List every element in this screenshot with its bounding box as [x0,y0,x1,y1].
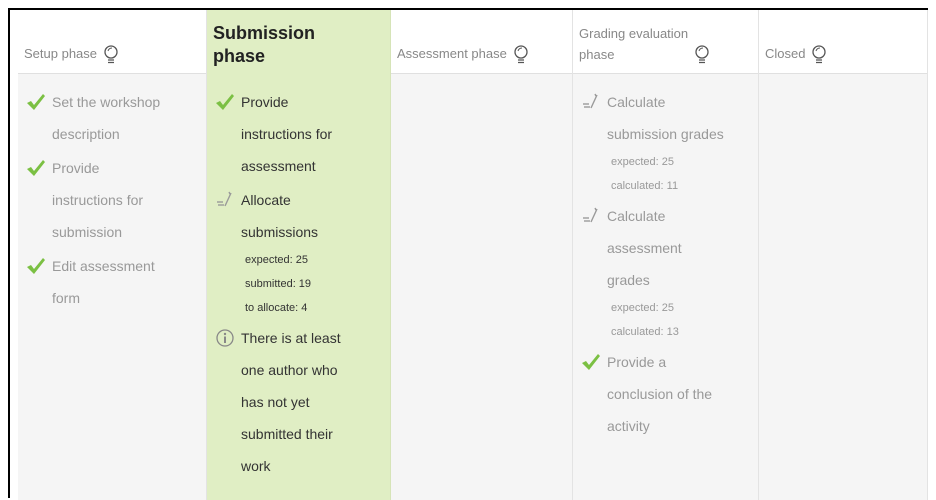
phase-header: Setup phase [18,10,206,74]
phase-grid: Setup phase Set the workshop description Pr… [18,10,928,500]
task-label: submissions [241,224,319,240]
phase-header: Closed [759,10,927,74]
task-label: Set the workshop [52,94,161,110]
phase-title-line: phase [213,46,266,66]
task-label: submission [52,224,123,240]
workshop-planner: Setup phase Set the workshop description Pr… [8,8,928,500]
task-label: has not yet [241,394,310,410]
task-label: instructions for [241,126,333,142]
pending-icon [215,190,235,210]
task-detail: expected: 25 [611,156,674,168]
task-item: Provide instructions for submission [22,152,206,248]
task-details: expected: 25 calculated: 11 [607,150,758,198]
phase-title[interactable]: Grading evaluation phase [579,23,710,65]
task-label: assessment [241,158,316,174]
phase-title[interactable]: Setup phase [24,43,119,65]
task-list: Calculate submission grades expected: 25 ca… [573,74,758,442]
phase-column: Setup phase Set the workshop description Pr… [18,10,207,500]
checkmark-icon [26,158,46,178]
task-label: one author who [241,362,338,378]
phase-column: Assessment phase [391,10,573,500]
task-item: Edit assessment form [22,250,206,314]
phase-header: Submission phase [207,10,390,74]
pending-icon [581,206,601,226]
task-item: Provide a conclusion of the activity [577,346,758,442]
task-details: expected: 25 calculated: 13 [607,296,758,344]
task-item: Allocate submissions expected: 25 submitted… [211,184,390,320]
phase-column: Closed [759,10,928,500]
phase-title-line: Grading evaluation [579,26,689,41]
pending-icon [581,92,601,112]
task-label: Provide [241,94,289,110]
task-item: Calculate submission grades expected: 25 ca… [577,86,758,198]
checkmark-icon [581,352,601,372]
lightbulb-icon[interactable] [103,45,119,65]
task-list: Set the workshop description Provide instru… [18,74,206,314]
task-label: There is at least [241,330,341,346]
task-details: expected: 25 submitted: 19 to allocate: 4 [241,248,390,320]
task-label: form [52,290,80,306]
task-label: Allocate [241,192,291,208]
lightbulb-icon[interactable] [811,45,827,65]
checkmark-icon [26,256,46,276]
phase-title-line: Closed [765,46,806,61]
phase-header: Assessment phase [391,10,572,74]
checkmark-icon [26,92,46,112]
task-list: Provide instructions for assessment Allocat… [207,74,390,482]
task-item: Set the workshop description [22,86,206,150]
phase-title[interactable]: Assessment phase [397,43,529,65]
task-detail: submitted: 19 [245,278,312,290]
task-label: Calculate [607,94,666,110]
task-label: description [52,126,120,142]
task-label: conclusion of the [607,386,713,402]
checkmark-icon [215,92,235,112]
task-label: Edit assessment [52,258,155,274]
task-label: Calculate [607,208,666,224]
task-label: instructions for [52,192,144,208]
phase-title[interactable]: Submission phase [213,22,315,68]
task-detail: calculated: 13 [611,326,679,338]
lightbulb-icon[interactable] [513,45,529,65]
phase-title-line: Submission [213,23,316,43]
task-item: Calculate assessment grades expected: 25 cal… [577,200,758,344]
phase-title-line: Setup phase [24,46,98,61]
info-icon [215,328,235,348]
task-list [759,74,927,86]
task-item: Provide instructions for assessment [211,86,390,182]
task-label: assessment [607,240,682,256]
task-detail: to allocate: 4 [245,302,308,314]
task-detail: expected: 25 [611,302,674,314]
phase-column: Submission phase Provide instructions for as… [207,10,391,500]
task-label: submitted their [241,426,333,442]
phase-header: Grading evaluation phase [573,10,758,74]
task-label: Provide [52,160,100,176]
task-label: Provide a [607,354,667,370]
task-label: work [241,458,271,474]
task-label: grades [607,272,650,288]
task-list [391,74,572,86]
lightbulb-icon[interactable] [694,45,710,65]
task-detail: calculated: 11 [611,180,679,192]
task-label: submission grades [607,126,724,142]
phase-column: Grading evaluation phase Calculate submissi… [573,10,759,500]
phase-title-line: Assessment phase [397,46,507,61]
task-label: activity [607,418,650,434]
phase-title-line: phase [579,47,615,62]
task-item: There is at least one author who has not y… [211,322,390,482]
task-detail: expected: 25 [245,254,308,266]
phase-title[interactable]: Closed [765,43,827,65]
